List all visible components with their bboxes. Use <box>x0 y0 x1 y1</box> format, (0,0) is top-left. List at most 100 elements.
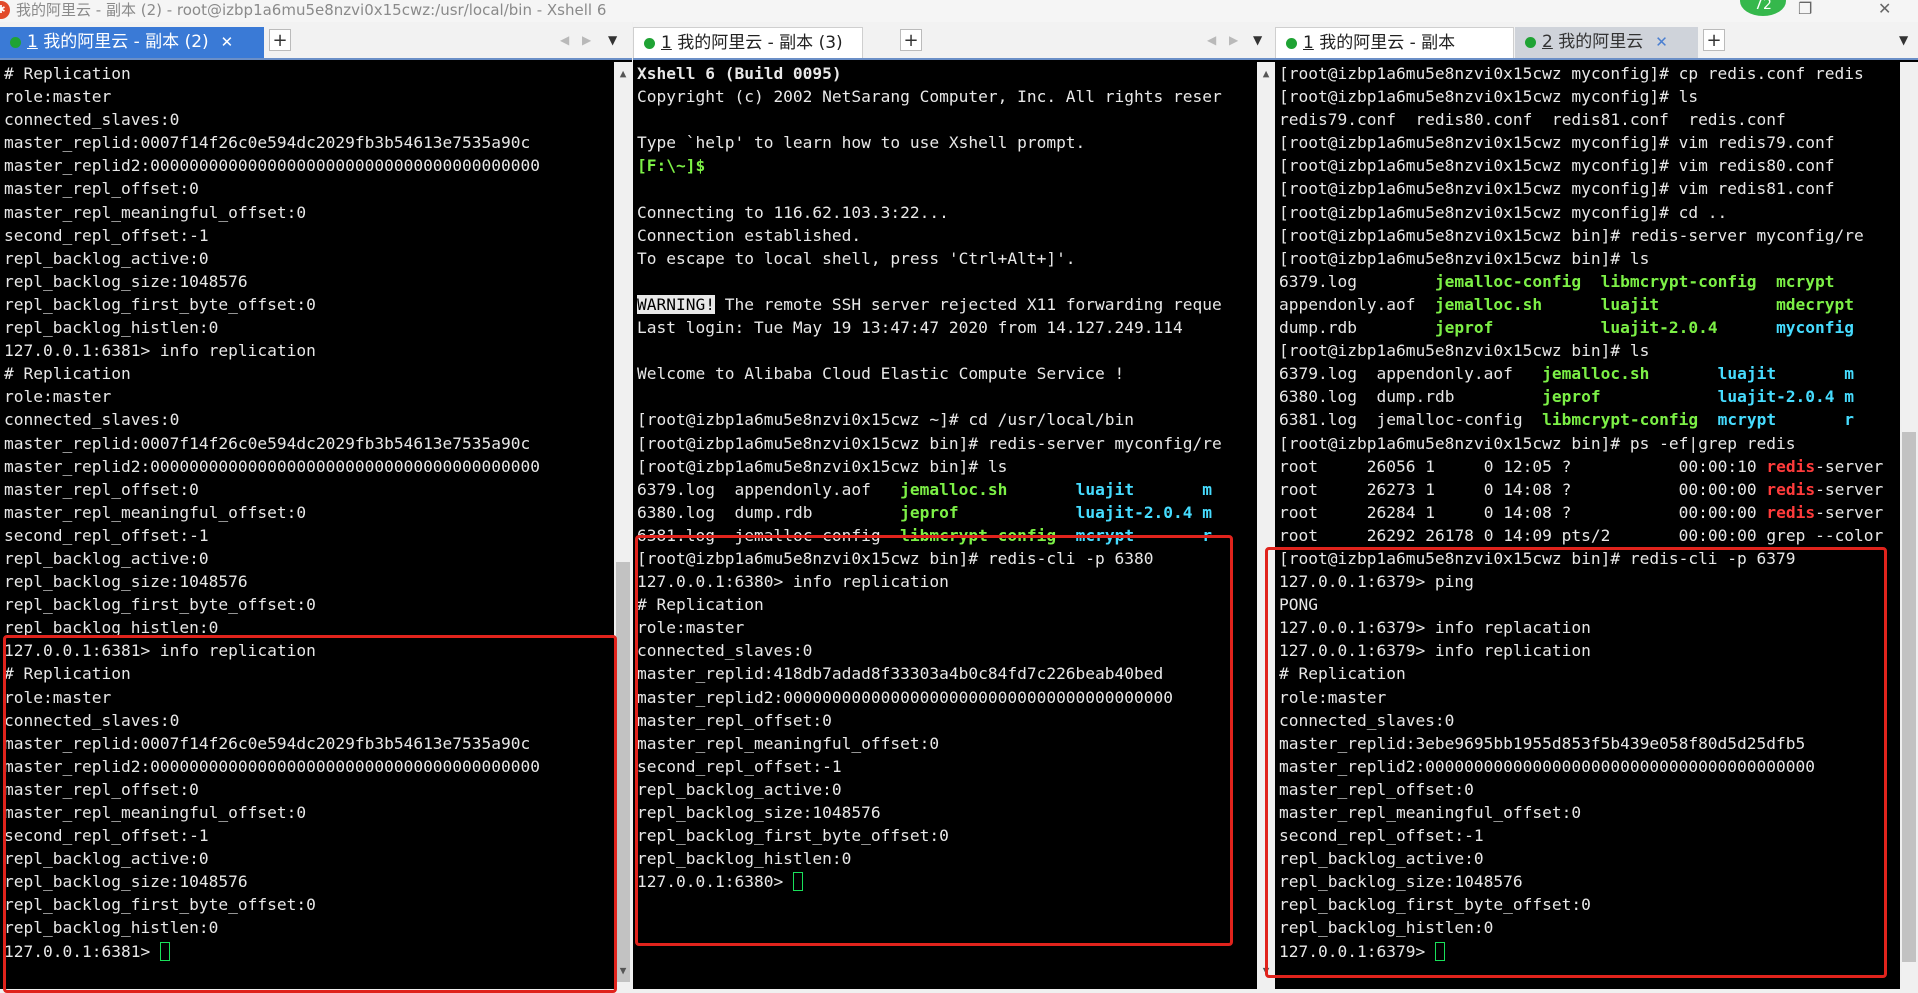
terminal-line: repl_backlog_histlen:0 <box>1279 918 1494 938</box>
terminal-output[interactable]: [root@izbp1a6mu5e8nzvi0x15cwz myconfig]#… <box>1279 62 1898 977</box>
tab-label: 我的阿里云 - 副本 <box>1319 33 1456 53</box>
ps-user: root <box>1279 525 1367 545</box>
restore-icon[interactable]: ❐ <box>1798 0 1812 18</box>
terminal-prompt: 127.0.0.1:6381> <box>4 941 160 961</box>
terminal-line: Last login: Tue May 19 13:47:47 2020 fro… <box>637 318 1183 338</box>
ps-ppid: 26178 <box>1425 525 1484 545</box>
terminal-output[interactable]: Xshell 6 (Build 0095) Copyright (c) 2002 … <box>637 62 1255 977</box>
terminal-line: 127.0.0.1:6381> info replication <box>4 341 316 361</box>
terminal-pane-2[interactable]: 1 我的阿里云 - 副本 (3) + ◀ ▶ ▼ Xshell 6 (Build… <box>633 22 1275 989</box>
ls-entry: jemalloc-config <box>1434 271 1601 291</box>
scrollbar[interactable] <box>1900 62 1918 989</box>
terminal-pane-3[interactable]: 1 我的阿里云 - 副本 2 我的阿里云 ✕ + ▼ [root@izbp1a6m… <box>1265 22 1918 989</box>
terminal-line: master_repl_meaningful_offset:0 <box>4 202 307 222</box>
ls-entry: jemalloc-config <box>1376 410 1543 430</box>
scroll-up-icon[interactable]: ▲ <box>614 66 632 82</box>
terminal-line: role:master <box>637 618 745 638</box>
ps-row: root 26056 1 0 12:05 ? 00:00:10 redis-se… <box>1279 455 1898 478</box>
scroll-thumb[interactable] <box>1902 432 1916 962</box>
terminal-line: repl_backlog_first_byte_offset:0 <box>4 895 316 915</box>
terminal-line: repl_backlog_histlen:0 <box>4 618 219 638</box>
scroll-thumb[interactable] <box>616 562 630 982</box>
tab-scroll-left-icon[interactable]: ◀ <box>560 29 569 51</box>
close-tab-icon[interactable]: ✕ <box>1655 33 1668 51</box>
new-tab-button[interactable]: + <box>1703 29 1725 51</box>
ps-tty: ? <box>1561 502 1679 522</box>
terminal-line: PONG <box>1279 595 1318 615</box>
tab-session-2[interactable]: 2 我的阿里云 ✕ <box>1515 27 1698 58</box>
tab-menu-icon[interactable]: ▼ <box>1899 29 1908 51</box>
terminal-line: master_repl_meaningful_offset:0 <box>1279 803 1582 822</box>
scrollbar[interactable]: ▲ ▼ <box>1257 62 1275 989</box>
terminal-pane-1[interactable]: 1 我的阿里云 - 副本 (2) ✕ + ◀ ▶ ▼ # Replication r… <box>0 22 632 993</box>
terminal-line: master_repl_offset:0 <box>4 179 199 199</box>
tab-menu-icon[interactable]: ▼ <box>1253 29 1262 51</box>
close-icon[interactable]: ✕ <box>1878 0 1891 18</box>
terminal-line: master_replid2:0000000000000000000000000… <box>637 687 1174 707</box>
terminal-line: [root@izbp1a6mu5e8nzvi0x15cwz myconfig]#… <box>1279 179 1835 199</box>
terminal-line: [root@izbp1a6mu5e8nzvi0x15cwz bin]# redi… <box>1279 548 1796 568</box>
terminal-line: 127.0.0.1:6379> info replacation <box>1279 618 1591 638</box>
tab-session[interactable]: 1 我的阿里云 - 副本 (3) <box>633 27 863 58</box>
tab-bar: 1 我的阿里云 - 副本 2 我的阿里云 ✕ + ▼ <box>1275 22 1918 60</box>
terminal-line: connected_slaves:0 <box>1279 710 1455 730</box>
new-tab-button[interactable]: + <box>269 29 291 51</box>
tab-scroll-right-icon[interactable]: ▶ <box>582 29 591 51</box>
ps-ppid: 1 <box>1425 502 1484 522</box>
ps-pid: 26273 <box>1366 479 1426 499</box>
terminal-line: [root@izbp1a6mu5e8nzvi0x15cwz myconfig]#… <box>1279 133 1835 153</box>
ps-time: 00:00:10 <box>1678 456 1767 476</box>
ls-entry: m <box>1844 364 1855 384</box>
ls-entry: r <box>1844 410 1855 430</box>
terminal-line: # Replication <box>637 595 764 615</box>
ls-entry: mcrypt <box>1075 525 1203 545</box>
ls-entry: libmcrypt-config <box>1542 410 1718 430</box>
terminal-line: connected_slaves:0 <box>637 641 813 661</box>
terminal-line: master_repl_offset:0 <box>1279 779 1474 799</box>
ps-time: 00:00:00 <box>1678 502 1767 522</box>
ps-user: root <box>1279 502 1367 522</box>
ps-pid: 26292 <box>1366 525 1426 545</box>
ps-tty: ? <box>1561 456 1679 476</box>
terminal-line: master_repl_offset:0 <box>4 479 199 499</box>
tab-bar: 1 我的阿里云 - 副本 (2) ✕ + ◀ ▶ ▼ <box>0 22 632 60</box>
ps-user: root <box>1279 456 1367 476</box>
ps-stime: 14:09 <box>1503 525 1562 545</box>
terminal-line: connected_slaves:0 <box>4 710 180 730</box>
cursor <box>159 941 170 961</box>
tab-scroll-right-icon[interactable]: ▶ <box>1229 29 1238 51</box>
ps-ppid: 1 <box>1425 479 1484 499</box>
terminal-line: [root@izbp1a6mu5e8nzvi0x15cwz myconfig]#… <box>1279 87 1699 107</box>
ps-row: root 26292 26178 0 14:09 pts/2 00:00:00 … <box>1279 524 1898 547</box>
scroll-down-icon[interactable]: ▼ <box>1257 963 1275 979</box>
window-titlebar: ✱ 我的阿里云 - 副本 (2) - root@izbp1a6mu5e8nzvi… <box>0 0 1918 22</box>
scroll-up-icon[interactable]: ▲ <box>1257 66 1275 82</box>
tab-scroll-left-icon[interactable]: ◀ <box>1207 29 1216 51</box>
ls-entry: 6381.log <box>1279 410 1377 430</box>
terminal-line: [root@izbp1a6mu5e8nzvi0x15cwz myconfig]#… <box>1279 64 1864 83</box>
scroll-down-icon[interactable]: ▼ <box>614 963 632 979</box>
notification-badge[interactable]: 72 <box>1740 0 1786 16</box>
tab-session-1[interactable]: 1 我的阿里云 - 副本 <box>1275 27 1514 58</box>
terminal-prompt: 127.0.0.1:6379> <box>1279 941 1435 961</box>
terminal-output[interactable]: # Replication role:master connected_slaves… <box>4 62 612 977</box>
ps-tty: ? <box>1561 479 1679 499</box>
connected-icon <box>1286 37 1297 49</box>
ps-cmd: redis <box>1766 479 1816 499</box>
terminal-line: Xshell 6 (Build 0095) <box>637 64 842 83</box>
terminal-line: second_repl_offset:-1 <box>4 225 209 245</box>
tab-session[interactable]: 1 我的阿里云 - 副本 (2) ✕ <box>0 27 264 58</box>
ls-entry: r <box>1202 525 1213 545</box>
scrollbar[interactable]: ▲ ▼ <box>614 62 632 989</box>
tab-menu-icon[interactable]: ▼ <box>608 29 617 51</box>
new-tab-button[interactable]: + <box>900 29 922 51</box>
terminal-line: Connecting to 116.62.103.3:22... <box>637 202 949 222</box>
ls-entry: 6380.log <box>1279 387 1377 407</box>
ls-entry: dump.rdb <box>1279 318 1435 338</box>
terminal-line: repl_backlog_first_byte_offset:0 <box>1279 895 1591 915</box>
close-tab-icon[interactable]: ✕ <box>221 33 234 51</box>
ls-entry: myconfig <box>1776 318 1855 338</box>
